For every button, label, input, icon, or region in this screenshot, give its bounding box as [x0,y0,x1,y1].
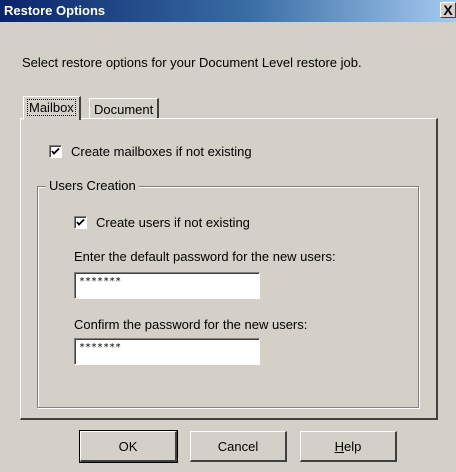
help-accelerator: H [334,439,345,454]
tab-mailbox[interactable]: Mailbox [23,96,81,120]
create-mailboxes-option[interactable]: Create mailboxes if not existing [49,144,252,159]
window-title: Restore Options [4,3,106,18]
create-users-label: Create users if not existing [96,215,250,230]
mailbox-tab-panel: Create mailboxes if not existing Users C… [20,118,438,420]
create-mailboxes-checkbox[interactable] [49,145,62,158]
create-users-option[interactable]: Create users if not existing [74,215,250,230]
confirm-password-label: Confirm the password for the new users: [74,317,308,332]
cancel-button[interactable]: Cancel [190,431,287,462]
confirm-password-field[interactable]: ******* [74,338,260,365]
create-users-checkbox[interactable] [74,216,87,229]
close-button[interactable]: X [440,2,456,18]
help-button[interactable]: Help [300,431,397,462]
users-creation-legend: Users Creation [46,178,139,193]
checkmark-icon [76,218,85,226]
tab-document-label: Document [94,102,154,117]
password-label: Enter the default password for the new u… [74,249,336,264]
ok-button[interactable]: OK [79,430,178,463]
help-label: elp [344,439,362,454]
tab-mailbox-label: Mailbox [27,99,76,116]
create-mailboxes-label: Create mailboxes if not existing [71,144,252,159]
users-creation-group: Users Creation Create users if not exist… [37,178,419,408]
title-bar: Restore Options X [0,0,456,22]
close-icon: X [443,2,453,18]
password-field[interactable]: ******* [74,272,260,299]
checkmark-icon [51,147,60,155]
instruction-text: Select restore options for your Document… [22,55,362,70]
tab-document[interactable]: Document [89,98,160,120]
